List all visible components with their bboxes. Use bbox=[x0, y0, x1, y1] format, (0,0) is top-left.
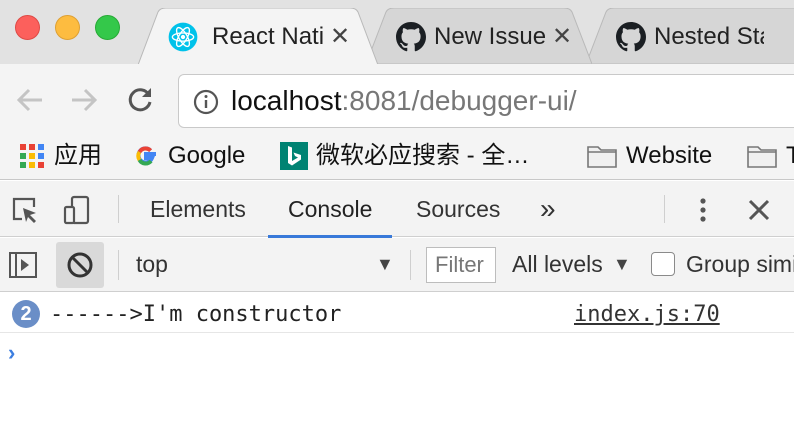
back-button[interactable] bbox=[12, 82, 48, 118]
url-host: localhost bbox=[231, 85, 342, 116]
bookmark-label: Website bbox=[626, 142, 713, 169]
reload-icon bbox=[128, 88, 152, 112]
bookmark-label: T bbox=[786, 142, 794, 170]
dropdown-arrow-icon[interactable]: ▼ bbox=[613, 254, 631, 275]
bookmark-label: 微软必应搜索 - 全… bbox=[316, 142, 530, 169]
group-similar-label: Group similar bbox=[686, 251, 794, 277]
forward-arrow-icon bbox=[72, 88, 98, 112]
github-icon bbox=[616, 22, 646, 52]
url-path: :8081/debugger-ui/ bbox=[341, 85, 577, 116]
dropdown-arrow-icon[interactable]: ▼ bbox=[376, 254, 394, 275]
message-text: ------>I'm constructor bbox=[50, 302, 342, 327]
divider bbox=[118, 195, 119, 223]
tab-close-icon[interactable]: ✕ bbox=[552, 25, 572, 49]
google-icon bbox=[136, 146, 156, 166]
window-close-button[interactable] bbox=[15, 15, 40, 40]
tab-title: Nested Stack bbox=[654, 23, 764, 50]
window-zoom-button[interactable] bbox=[95, 15, 120, 40]
browser-toolbar: localhost:8081/debugger-ui/ bbox=[0, 64, 794, 134]
bookmark-website-folder[interactable]: Website bbox=[586, 140, 712, 172]
console-message: 2 ------>I'm constructor index.js:70 bbox=[0, 293, 794, 333]
devtools-tab-elements[interactable]: Elements bbox=[150, 181, 246, 237]
kebab-menu-icon[interactable] bbox=[688, 195, 718, 225]
info-icon[interactable] bbox=[193, 89, 219, 115]
react-icon bbox=[168, 22, 198, 52]
devtools-header: Elements Console Sources » bbox=[0, 181, 794, 238]
tab-react-native-debugger[interactable]: React Native Debugger ✕ bbox=[138, 8, 378, 64]
address-bar[interactable]: localhost:8081/debugger-ui/ bbox=[178, 74, 794, 128]
bookmark-google[interactable]: Google bbox=[132, 140, 245, 172]
filter-input[interactable]: Filter bbox=[426, 247, 496, 283]
console-prompt-icon[interactable]: › bbox=[8, 339, 15, 367]
bookmarks-bar: 应用 Google 微软必应搜索 - 全… Website T bbox=[0, 134, 794, 180]
tab-title: New Issue bbox=[434, 23, 546, 50]
tab-title: React Native Debugger bbox=[212, 23, 324, 50]
inspect-element-icon[interactable] bbox=[10, 195, 40, 225]
console-output[interactable]: 2 ------>I'm constructor index.js:70 › bbox=[0, 293, 794, 426]
divider bbox=[118, 250, 119, 280]
reload-button[interactable] bbox=[122, 82, 158, 118]
tab-new-issue[interactable]: New Issue ✕ bbox=[366, 8, 592, 64]
tab-close-icon[interactable]: ✕ bbox=[330, 25, 350, 49]
clear-console-button[interactable] bbox=[56, 242, 104, 288]
close-icon[interactable] bbox=[744, 195, 774, 225]
apps-grid-icon bbox=[20, 144, 44, 168]
bookmark-folder[interactable]: T bbox=[746, 140, 794, 172]
github-icon bbox=[396, 22, 426, 52]
show-sidebar-icon[interactable] bbox=[8, 250, 38, 280]
folder-icon bbox=[587, 146, 617, 168]
bookmark-apps[interactable]: 应用 bbox=[18, 140, 102, 172]
window-minimize-button[interactable] bbox=[55, 15, 80, 40]
devtools-tab-console[interactable]: Console bbox=[267, 181, 393, 238]
group-similar-checkbox[interactable] bbox=[651, 252, 675, 276]
bookmark-label: 应用 bbox=[54, 142, 102, 169]
source-link[interactable]: index.js:70 bbox=[574, 301, 720, 329]
tab-nested-stack[interactable]: Nested Stack bbox=[586, 8, 794, 64]
device-toolbar-icon[interactable] bbox=[62, 195, 92, 225]
repeat-count-badge: 2 bbox=[12, 300, 40, 328]
devtools-tab-sources[interactable]: Sources bbox=[416, 181, 500, 237]
divider bbox=[664, 195, 665, 223]
forward-button[interactable] bbox=[66, 82, 102, 118]
bookmark-label: Google bbox=[168, 142, 246, 169]
folder-icon bbox=[747, 146, 777, 168]
execution-context-select[interactable]: top bbox=[136, 250, 168, 278]
console-toolbar: top ▼ Filter All levels ▼ Group similar bbox=[0, 238, 794, 292]
bing-icon bbox=[280, 142, 308, 170]
block-icon bbox=[67, 252, 93, 278]
url-text[interactable]: localhost:8081/debugger-ui/ bbox=[231, 85, 577, 117]
more-tabs-button[interactable]: » bbox=[540, 181, 556, 237]
tab-strip: Nested Stack New Issue ✕ React Native De… bbox=[0, 0, 794, 64]
bookmark-bing[interactable]: 微软必应搜索 - 全… bbox=[280, 140, 529, 172]
back-arrow-icon bbox=[16, 88, 42, 112]
log-levels-select[interactable]: All levels bbox=[512, 250, 603, 278]
divider bbox=[410, 250, 411, 280]
